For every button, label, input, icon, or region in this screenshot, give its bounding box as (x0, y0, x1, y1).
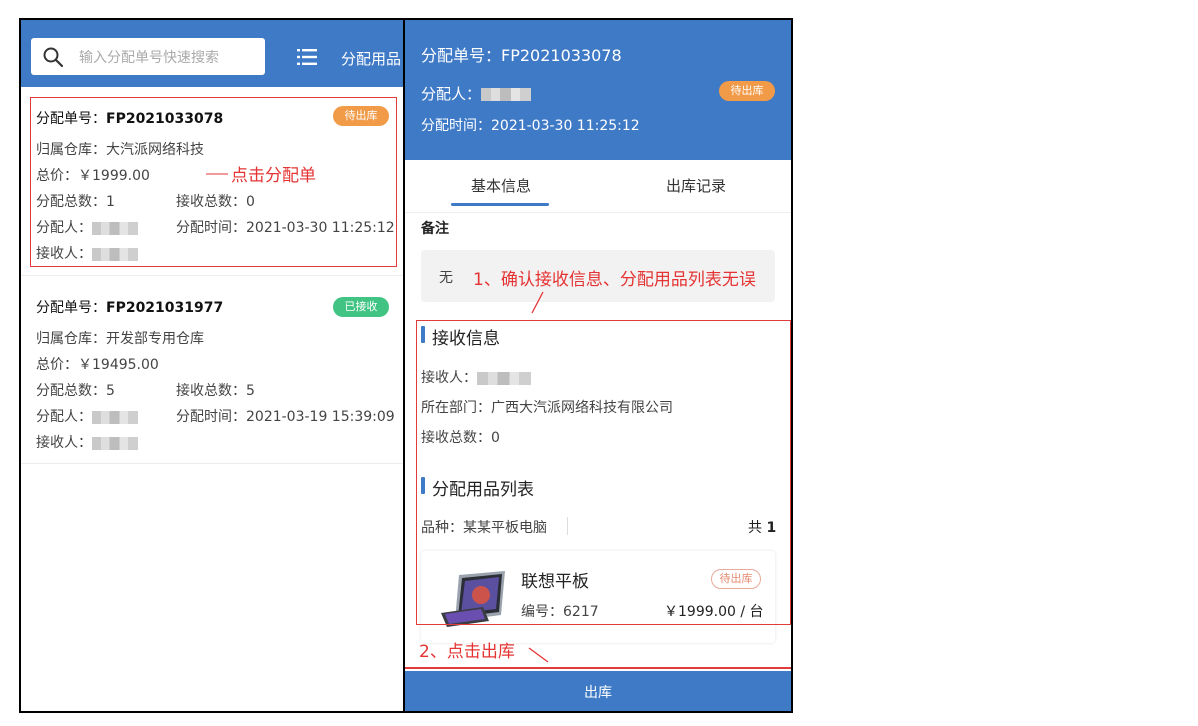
redacted-name (477, 371, 531, 385)
redacted-name (92, 410, 138, 424)
tab-out-records[interactable]: 出库记录 (666, 175, 726, 196)
detail-receiver: 接收人： (421, 367, 531, 387)
item-price: ￥1999.00 / 台 (664, 604, 764, 620)
detail-tabs: 基本信息 出库记录 (405, 160, 791, 213)
receiver: 接收人： (36, 432, 138, 452)
search-icon (43, 47, 64, 68)
order-detail-screen: 分配单号：FP2021033078 分配人： 待出库 分配时间：2021-03-… (403, 18, 793, 713)
redacted-name (92, 436, 138, 450)
highlight-line (405, 667, 791, 669)
annotation-arrow (531, 291, 544, 314)
total-price: 总价：￥19495.00 (36, 357, 159, 373)
order-card[interactable]: 分配单号：FP2021033078 待出库 归属仓库：大汽派网络科技 总价：￥1… (21, 87, 403, 272)
items-list-title: 分配用品列表 (432, 480, 534, 500)
category-tab[interactable]: 分配用品 (341, 48, 401, 69)
detail-status-badge: 待出库 (719, 81, 775, 101)
annotation-line (206, 173, 228, 175)
detail-allocator: 分配人： (421, 83, 532, 104)
remark-label: 备注 (421, 221, 449, 237)
list-header: 输入分配单号快速搜索 分配用品 (21, 20, 403, 87)
order-number: 分配单号：FP2021031977 (36, 300, 224, 316)
tab-basic-info[interactable]: 基本信息 (471, 175, 531, 196)
divider (567, 517, 568, 535)
warehouse: 归属仓库：开发部专用仓库 (36, 331, 204, 347)
status-badge: 已接收 (333, 297, 389, 317)
alloc-time: 分配时间：2021-03-30 11:25:12 (176, 220, 395, 236)
recv-total: 接收总数：0 (176, 194, 255, 210)
total-price: 总价：￥1999.00 (36, 168, 150, 184)
annotation-confirm: 1、确认接收信息、分配用品列表无误 (473, 270, 756, 290)
receiver: 接收人： (36, 243, 138, 263)
section-bar (421, 477, 425, 494)
detail-alloc-time: 分配时间：2021-03-30 11:25:12 (421, 118, 640, 134)
item-card[interactable]: 联想平板 待出库 编号：6217 ￥1999.00 / 台 (421, 551, 775, 643)
receive-info-title: 接收信息 (432, 329, 500, 349)
redacted-name (92, 221, 138, 235)
annotation-click-out: 2、点击出库 (419, 642, 515, 662)
recv-total: 接收总数：5 (176, 383, 255, 399)
item-code: 编号：6217 (521, 604, 599, 620)
department: 所在部门：广西大汽派网络科技有限公司 (421, 400, 673, 416)
alloc-total: 分配总数：1 (36, 194, 115, 210)
search-placeholder: 输入分配单号快速搜索 (79, 50, 219, 66)
redacted-name (481, 88, 532, 101)
divider (21, 463, 403, 464)
alloc-time: 分配时间：2021-03-19 15:39:09 (176, 409, 395, 425)
list-icon[interactable] (297, 48, 317, 66)
allocator: 分配人： (36, 217, 138, 237)
out-button[interactable]: 出库 (405, 671, 791, 711)
section-bar (421, 326, 425, 343)
tablet-image (441, 571, 505, 627)
order-card[interactable]: 分配单号：FP2021031977 已接收 归属仓库：开发部专用仓库 总价：￥1… (21, 276, 403, 461)
item-category: 品种：某某平板电脑 (421, 520, 547, 536)
annotation-click-order: 点击分配单 (231, 166, 316, 186)
order-list-screen: 输入分配单号快速搜索 分配用品 分配单号：FP2021033078 待出库 归属… (19, 18, 405, 713)
warehouse: 归属仓库：大汽派网络科技 (36, 142, 204, 158)
status-badge: 待出库 (333, 106, 389, 126)
order-number: 分配单号：FP2021033078 (36, 111, 224, 127)
search-input[interactable]: 输入分配单号快速搜索 (31, 38, 265, 75)
item-count: 共 1 (748, 520, 777, 536)
alloc-total: 分配总数：5 (36, 383, 115, 399)
redacted-name (92, 247, 138, 261)
remark-value: 无 (439, 270, 453, 286)
allocator: 分配人： (36, 406, 138, 426)
item-name: 联想平板 (521, 572, 589, 592)
detail-header: 分配单号：FP2021033078 分配人： 待出库 分配时间：2021-03-… (405, 20, 791, 160)
detail-recv-total: 接收总数：0 (421, 430, 500, 446)
annotation-arrow (528, 647, 549, 663)
item-status-badge: 待出库 (711, 569, 761, 589)
tab-indicator (451, 203, 549, 206)
detail-order-number: 分配单号：FP2021033078 (421, 46, 622, 65)
